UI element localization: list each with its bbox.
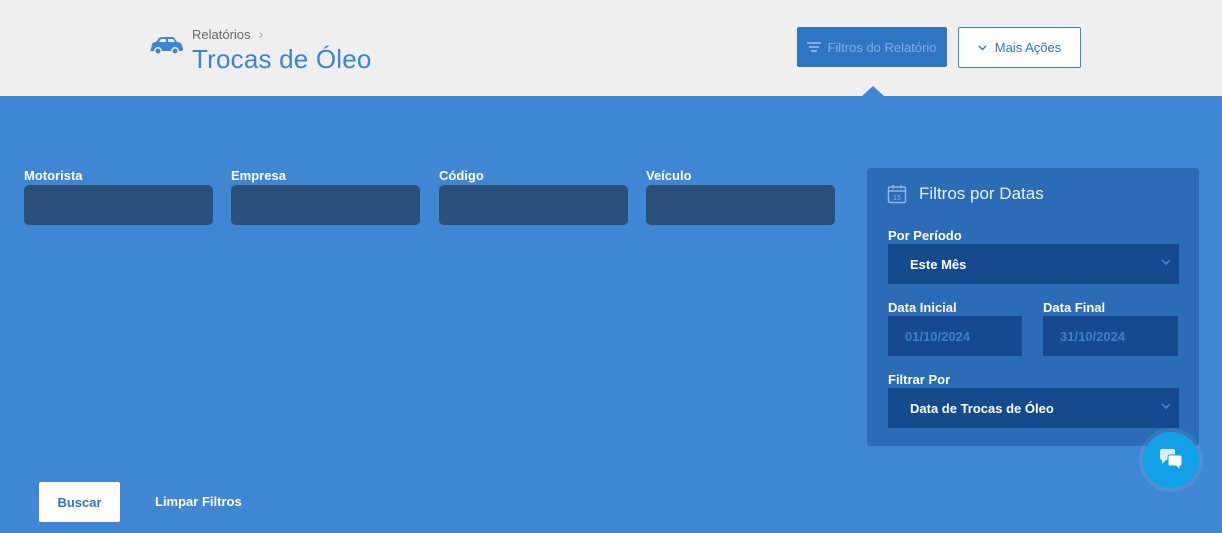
start-date-label: Data Inicial — [888, 300, 957, 315]
svg-text:15: 15 — [893, 195, 901, 202]
filter-empresa-label: Empresa — [231, 168, 286, 183]
chevron-down-icon — [1161, 259, 1171, 266]
car-icon — [150, 37, 183, 55]
codigo-input[interactable] — [439, 185, 628, 225]
filter-motorista: Motorista — [24, 168, 213, 225]
motorista-input[interactable] — [24, 185, 213, 225]
chevron-right-icon: › — [258, 26, 264, 42]
chat-button[interactable] — [1143, 432, 1199, 488]
period-select[interactable]: Este Mês — [888, 244, 1179, 284]
period-value: Este Mês — [910, 256, 967, 272]
filter-motorista-label: Motorista — [24, 168, 83, 183]
filter-veiculo-label: Veículo — [646, 168, 692, 183]
filter-icon — [807, 41, 822, 53]
filter-by-label: Filtrar Por — [888, 372, 951, 387]
search-button[interactable]: Buscar — [39, 482, 120, 522]
end-date-label: Data Final — [1043, 300, 1106, 315]
clear-filters-button[interactable]: Limpar Filtros — [155, 494, 242, 509]
filter-by-select[interactable]: Data de Trocas de Óleo — [888, 388, 1179, 428]
end-date-input[interactable]: 31/10/2024 — [1043, 316, 1178, 356]
filter-by-value: Data de Trocas de Óleo — [910, 400, 1054, 416]
empresa-input[interactable] — [231, 185, 420, 225]
panel-pointer — [862, 86, 884, 96]
filter-empresa: Empresa — [231, 168, 420, 225]
veiculo-input[interactable] — [646, 185, 835, 225]
date-filters-header: 15 Filtros por Datas — [887, 184, 1044, 204]
date-filters-title: Filtros por Datas — [919, 184, 1044, 203]
page-title: Trocas de Óleo — [192, 44, 372, 74]
report-filters-button[interactable]: Filtros do Relatório — [797, 27, 947, 67]
page-header: Relatórios › Trocas de Óleo Filtros do R… — [0, 0, 1222, 96]
breadcrumb: Relatórios › — [192, 26, 263, 42]
calendar-icon: 15 — [887, 185, 907, 204]
filter-codigo: Código — [439, 168, 628, 225]
report-filters-label: Filtros do Relatório — [827, 39, 937, 55]
chat-bubbles-icon — [1160, 449, 1183, 472]
period-label: Por Período — [888, 228, 962, 243]
filters-panel: Motorista Empresa Código Veículo 15 Filt… — [0, 96, 1222, 533]
start-date-input[interactable]: 01/10/2024 — [888, 316, 1022, 356]
more-actions-label: Mais Ações — [994, 40, 1062, 55]
chevron-down-icon — [1161, 403, 1171, 410]
filter-codigo-label: Código — [439, 168, 484, 183]
chevron-down-icon — [978, 45, 987, 50]
more-actions-button[interactable]: Mais Ações — [958, 27, 1081, 68]
date-filters-box: 15 Filtros por Datas Por Período Este Mê… — [867, 168, 1199, 446]
filter-veiculo: Veículo — [646, 168, 835, 225]
breadcrumb-item-relatorios[interactable]: Relatórios — [192, 27, 251, 42]
